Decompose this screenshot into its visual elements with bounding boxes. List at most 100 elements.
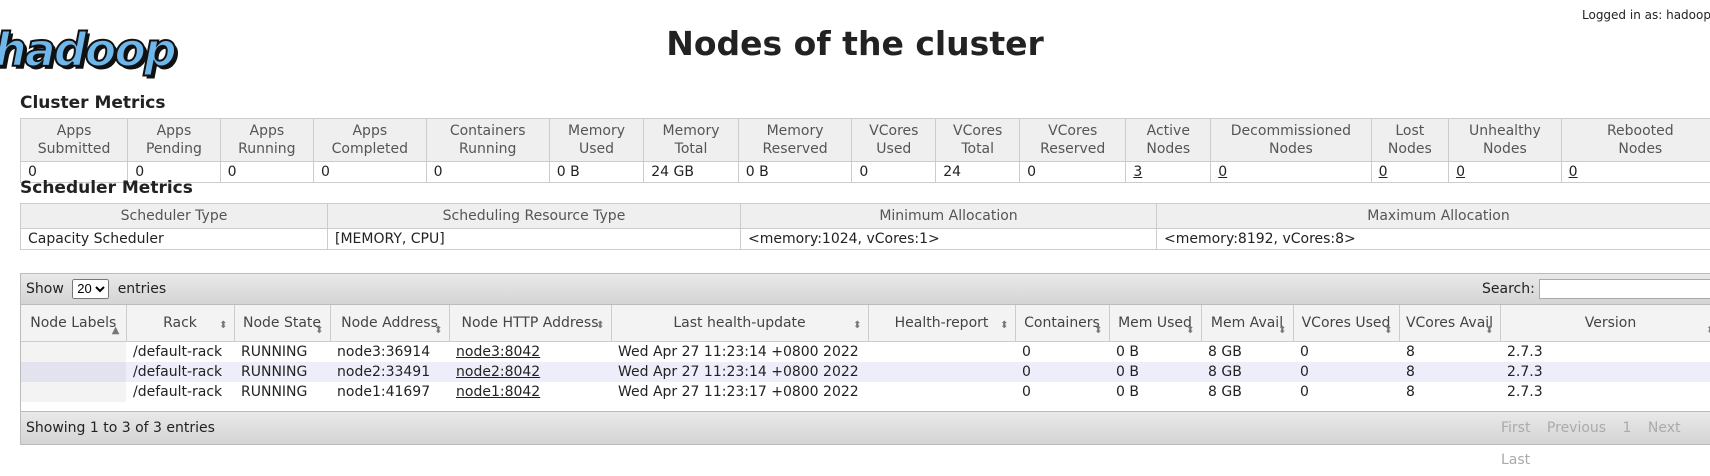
table-cell xyxy=(21,342,126,363)
search-label: Search: xyxy=(1482,281,1535,297)
cluster-metric-link[interactable]: 0 xyxy=(1456,164,1465,180)
column-header-label: Containers xyxy=(1024,315,1100,331)
nodes-column-header[interactable]: Mem Avail⬍ xyxy=(1201,305,1293,342)
nodes-column-header[interactable]: Mem Used⬍ xyxy=(1109,305,1201,342)
sort-icon: ⬍ xyxy=(434,322,442,339)
column-header-label: Node Address xyxy=(341,315,438,331)
nodes-column-header[interactable]: Containers⬍ xyxy=(1015,305,1109,342)
cluster-metric-link[interactable]: 0 xyxy=(1569,164,1578,180)
cluster-metric-value: 0 xyxy=(1449,162,1562,183)
cluster-metric-header: Rebooted Nodes xyxy=(1561,119,1710,162)
cluster-metric-link[interactable]: 3 xyxy=(1133,164,1142,180)
table-cell: 0 B xyxy=(1109,342,1201,363)
cluster-metric-value: 0 xyxy=(1371,162,1449,183)
table-cell: 0 xyxy=(1293,382,1399,402)
nodes-column-header[interactable]: Node State⬍ xyxy=(234,305,330,342)
page-length-select[interactable]: 20 xyxy=(72,279,109,299)
node-http-link[interactable]: node3:8042 xyxy=(456,344,540,360)
sort-icon: ⬍ xyxy=(1485,322,1493,339)
column-header-label: Last health-update xyxy=(673,315,805,331)
cluster-metric-link[interactable]: 0 xyxy=(1218,164,1227,180)
table-cell: Wed Apr 27 11:23:14 +0800 2022 xyxy=(611,342,868,363)
node-http-link[interactable]: node2:8042 xyxy=(456,364,540,380)
cluster-metric-value: 0 xyxy=(314,162,427,183)
page-title: Nodes of the cluster xyxy=(0,24,1710,63)
cluster-metric-value: 0 xyxy=(1561,162,1710,183)
table-cell: 0 xyxy=(1293,342,1399,363)
nodes-column-header[interactable]: Rack ⬍ xyxy=(126,305,234,342)
table-cell: 8 xyxy=(1399,342,1500,363)
table-cell: 0 B xyxy=(1109,382,1201,402)
table-cell: node2:33491 xyxy=(330,362,449,382)
table-cell xyxy=(868,342,1015,363)
scheduler-metric-header: Maximum Allocation xyxy=(1157,204,1710,229)
scheduler-metrics-title: Scheduler Metrics xyxy=(20,178,193,198)
cluster-metric-header: Memory Reserved xyxy=(738,119,852,162)
table-cell: RUNNING xyxy=(234,342,330,363)
column-header-label: Mem Used xyxy=(1118,315,1192,331)
table-cell: Wed Apr 27 11:23:14 +0800 2022 xyxy=(611,362,868,382)
cluster-metric-header: Apps Running xyxy=(220,119,313,162)
table-cell xyxy=(21,362,126,382)
table-row: /default-rackRUNNINGnode3:36914node3:804… xyxy=(21,342,1710,363)
previous-page-button[interactable]: Previous xyxy=(1547,420,1606,436)
nodes-column-header[interactable]: Node Labels▲ xyxy=(21,305,126,342)
table-cell: 8 xyxy=(1399,382,1500,402)
cluster-metric-header: Containers Running xyxy=(426,119,549,162)
table-cell: 0 xyxy=(1015,342,1109,363)
scheduler-metric-value: [MEMORY, CPU] xyxy=(328,229,741,250)
table-cell: node1:8042 xyxy=(449,382,611,402)
cluster-metric-header: Apps Completed xyxy=(314,119,427,162)
cluster-metric-header: Memory Total xyxy=(644,119,739,162)
cluster-metric-link[interactable]: 0 xyxy=(1379,164,1388,180)
search-input[interactable] xyxy=(1539,279,1710,299)
nodes-column-header[interactable]: Last health-update ⬍ xyxy=(611,305,868,342)
nodes-table-panel: Show 20 entries Search: Node Labels▲Rack… xyxy=(20,273,1710,445)
scheduler-metric-header: Scheduler Type xyxy=(21,204,328,229)
cluster-metric-value: 24 xyxy=(936,162,1020,183)
cluster-metrics-table: Apps SubmittedApps PendingApps RunningAp… xyxy=(20,118,1710,183)
nodes-column-header[interactable]: Health-report⬍ xyxy=(868,305,1015,342)
table-cell: 0 xyxy=(1015,362,1109,382)
nodes-column-header[interactable]: VCores Avail⬍ xyxy=(1399,305,1500,342)
nodes-column-header[interactable]: Node HTTP Address⬍ xyxy=(449,305,611,342)
node-http-link[interactable]: node1:8042 xyxy=(456,384,540,400)
table-cell xyxy=(21,382,126,402)
table-cell: node1:41697 xyxy=(330,382,449,402)
column-header-label: Rack xyxy=(163,315,197,331)
scheduler-metric-value: <memory:1024, vCores:1> xyxy=(741,229,1157,250)
sort-icon: ⬍ xyxy=(1384,322,1392,339)
nodes-column-header[interactable]: VCores Used⬍ xyxy=(1293,305,1399,342)
cluster-metric-value: 0 B xyxy=(738,162,852,183)
cluster-metric-header: Apps Pending xyxy=(128,119,220,162)
cluster-metric-value: 3 xyxy=(1126,162,1211,183)
cluster-metric-value: 0 xyxy=(852,162,936,183)
table-cell: 8 GB xyxy=(1201,342,1293,363)
table-cell: RUNNING xyxy=(234,362,330,382)
first-page-button[interactable]: First xyxy=(1501,420,1530,436)
next-page-button[interactable]: Next xyxy=(1648,420,1681,436)
page-1-button[interactable]: 1 xyxy=(1623,420,1632,436)
table-cell: node3:36914 xyxy=(330,342,449,363)
sort-icon: ⬍ xyxy=(219,317,227,334)
sort-icon: ⬍ xyxy=(853,317,861,334)
pagination: First Previous 1 Next Last xyxy=(1501,412,1710,476)
cluster-metric-header: Memory Used xyxy=(549,119,644,162)
table-cell: 0 xyxy=(1015,382,1109,402)
scheduler-metric-value: <memory:8192, vCores:8> xyxy=(1157,229,1710,250)
cluster-metrics-title: Cluster Metrics xyxy=(20,93,165,113)
last-page-button[interactable]: Last xyxy=(1501,452,1530,468)
table-row: /default-rackRUNNINGnode2:33491node2:804… xyxy=(21,362,1710,382)
cluster-metric-value: 0 xyxy=(1020,162,1126,183)
logged-in-label: Logged in as: hadoop xyxy=(1582,8,1710,22)
nodes-column-header[interactable]: Version⬍ xyxy=(1500,305,1710,342)
table-cell: Wed Apr 27 11:23:17 +0800 2022 xyxy=(611,382,868,402)
scheduler-metrics-table: Scheduler TypeScheduling Resource TypeMi… xyxy=(20,203,1710,250)
cluster-metric-header: VCores Total xyxy=(936,119,1020,162)
column-header-label: Node State xyxy=(243,315,321,331)
cluster-metric-value: 24 GB xyxy=(644,162,739,183)
table-cell: node2:8042 xyxy=(449,362,611,382)
sort-icon: ⬍ xyxy=(1278,322,1286,339)
nodes-column-header[interactable]: Node Address⬍ xyxy=(330,305,449,342)
sort-icon: ⬍ xyxy=(315,322,323,339)
